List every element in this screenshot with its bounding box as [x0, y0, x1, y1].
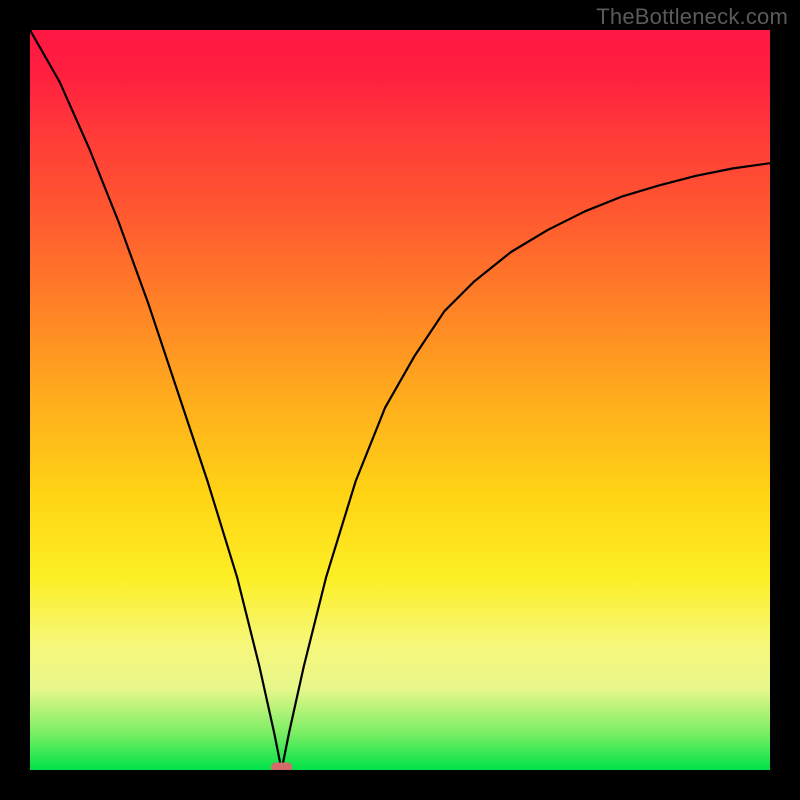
- bottleneck-curve: [30, 30, 770, 770]
- plot-area: [30, 30, 770, 770]
- chart-frame: TheBottleneck.com: [0, 0, 800, 800]
- curve-svg: [30, 30, 770, 770]
- watermark-text: TheBottleneck.com: [596, 4, 788, 30]
- nadir-marker-icon: [272, 763, 292, 770]
